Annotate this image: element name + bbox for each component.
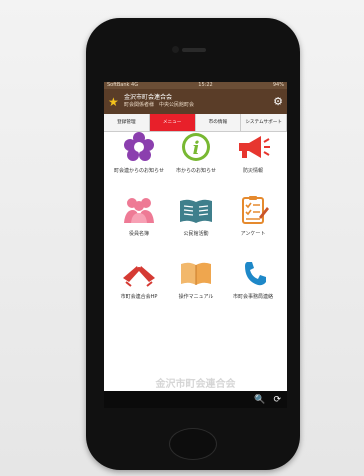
survey-icon [242, 196, 269, 224]
app-screen: SoftBank 4G 15:22 94% ★ 金沢市町会連合会 町会関係者様 … [104, 82, 287, 408]
menu-item-city-news[interactable]: i 市からのお知らせ [166, 132, 226, 192]
menu-label: 市からのお知らせ [176, 168, 216, 174]
menu-label: 市町会事務局連絡 [232, 294, 273, 300]
menu-label: 町会連からのお知らせ [114, 168, 164, 174]
manual-icon [181, 262, 211, 285]
megaphone-icon [239, 136, 270, 158]
tab-city-info[interactable]: 市の情報 [195, 114, 242, 131]
menu-label: アンケート [240, 231, 266, 237]
flower-icon [124, 132, 154, 161]
battery-label: 94% [272, 82, 284, 88]
menu-item-office-contact[interactable]: 市町会事務局連絡 [223, 258, 283, 318]
refresh-icon[interactable]: ⟳ [273, 395, 281, 405]
home-button[interactable] [169, 428, 217, 460]
app-title: 金沢市町会連合会 [124, 94, 173, 101]
status-bar: SoftBank 4G 15:22 94% [104, 82, 287, 89]
front-camera [172, 46, 179, 53]
svg-text:i: i [193, 138, 200, 159]
app-subtitle: 町会関係者様 中央公民館町会 [124, 102, 195, 108]
people-icon [124, 198, 154, 223]
earpiece-speaker [182, 48, 206, 52]
menu-grid: 町会連からのお知らせ i 市からのお知らせ 防災情報 役員名簿 公民館活動 アン… [104, 132, 287, 372]
menu-label: 市町会連合会HP [120, 294, 158, 300]
tab-bar: 登録管理 メニュー 市の情報 システムサポート [104, 114, 287, 132]
flag-icon [123, 266, 155, 287]
menu-label: 操作マニュアル [178, 294, 214, 300]
menu-label: 防災情報 [242, 168, 263, 174]
search-icon[interactable]: 🔍 [254, 395, 265, 405]
watermark-text: 金沢市町会連合会 [155, 379, 236, 390]
menu-item-community-center[interactable]: 公民館活動 [166, 195, 226, 255]
menu-item-manual[interactable]: 操作マニュアル [166, 258, 226, 318]
menu-item-officer-list[interactable]: 役員名簿 [109, 195, 169, 255]
menu-label: 公民館活動 [183, 231, 209, 237]
star-icon[interactable]: ★ [108, 96, 120, 108]
menu-item-survey[interactable]: アンケート [223, 195, 283, 255]
bottom-toolbar: 🔍 ⟳ [104, 391, 287, 408]
tab-system-support[interactable]: システムサポート [241, 114, 287, 131]
header-titles: 金沢市町会連合会 町会関係者様 中央公民館町会 [124, 94, 273, 109]
gear-icon[interactable]: ⚙ [273, 95, 283, 108]
tab-menu[interactable]: メニュー [149, 114, 196, 131]
carrier-label: SoftBank 4G [107, 82, 139, 88]
phone-icon [245, 262, 266, 286]
tab-registration[interactable]: 登録管理 [104, 114, 150, 131]
info-icon: i [182, 133, 210, 161]
menu-item-disaster-info[interactable]: 防災情報 [223, 132, 283, 192]
app-header: ★ 金沢市町会連合会 町会関係者様 中央公民館町会 ⚙ [104, 89, 287, 114]
menu-item-association-homepage[interactable]: 市町会連合会HP [109, 258, 169, 318]
clock: 15:22 [198, 82, 213, 88]
menu-item-association-news[interactable]: 町会連からのお知らせ [109, 132, 169, 192]
menu-label: 役員名簿 [128, 231, 149, 237]
book-icon [180, 199, 212, 223]
